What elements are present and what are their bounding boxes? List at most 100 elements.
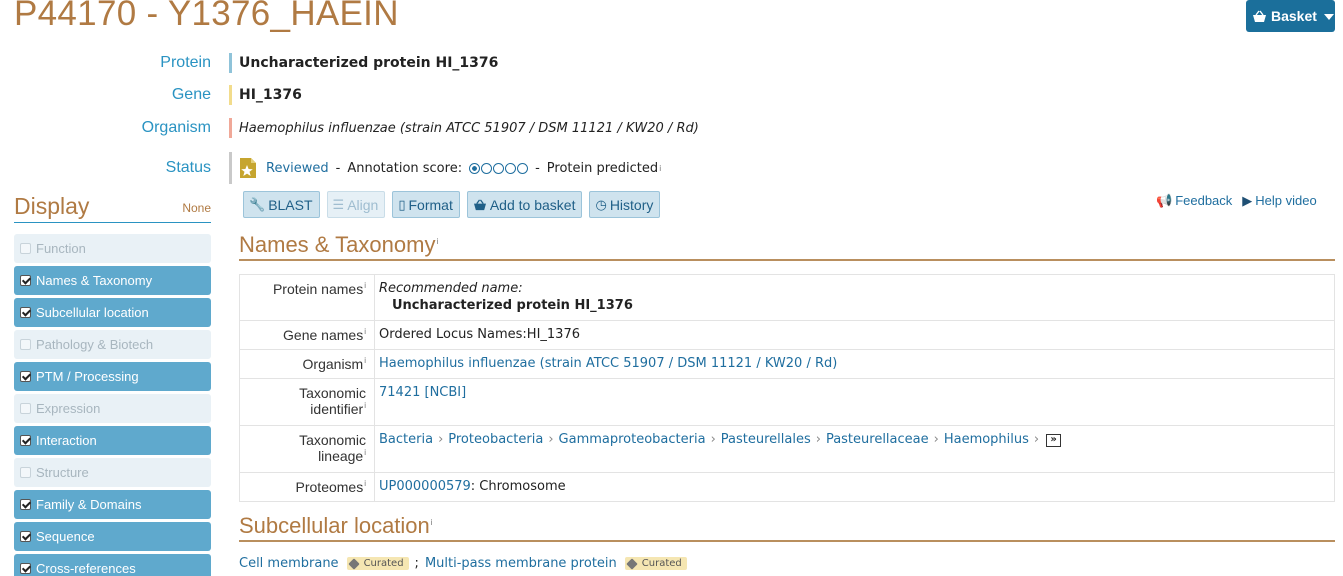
gene-row: Gene HI_1376 — [0, 85, 302, 105]
checkbox[interactable] — [20, 435, 31, 446]
status-separator-2: - — [535, 160, 540, 176]
checkbox[interactable] — [20, 467, 31, 478]
organism-link[interactable]: Haemophilus influenzae (strain ATCC 5190… — [379, 356, 837, 371]
info-icon[interactable]: i — [364, 479, 366, 488]
lineage-link-pasteurellaceae[interactable]: Pasteurellaceae — [826, 432, 929, 447]
row-label: Proteomesi — [239, 472, 375, 502]
video-icon: ▶ — [1242, 193, 1253, 208]
location-separator: ; — [414, 556, 419, 571]
add-to-basket-label: Add to basket — [489, 196, 576, 213]
lineage-link-pasteurellales[interactable]: Pasteurellales — [721, 432, 811, 447]
display-item-ptm-processing[interactable]: PTM / Processing — [14, 362, 211, 391]
cell-membrane-link[interactable]: Cell membrane — [239, 556, 339, 571]
table-row: Organismi Haemophilus influenzae (strain… — [239, 349, 1335, 379]
info-icon[interactable]: i — [364, 281, 366, 290]
table-row: Protein namesi Recommended name: Unchara… — [239, 274, 1335, 321]
display-item-label: Subcellular location — [36, 305, 149, 320]
display-menu: Function Names & Taxonomy Subcellular lo… — [14, 234, 211, 576]
display-item-family-domains[interactable]: Family & Domains — [14, 490, 211, 519]
checkbox[interactable] — [20, 339, 31, 350]
info-icon[interactable]: i — [364, 401, 366, 410]
lineage-link-proteobacteria[interactable]: Proteobacteria — [448, 432, 543, 447]
organism-color-bar — [229, 118, 232, 138]
display-item-function[interactable]: Function — [14, 234, 211, 263]
format-label: Format — [408, 196, 453, 213]
info-icon[interactable]: i — [364, 448, 366, 457]
expand-lineage-icon[interactable]: » — [1046, 434, 1062, 447]
checkbox[interactable] — [20, 275, 31, 286]
ncbi-link[interactable]: [NCBI] — [425, 385, 467, 400]
display-item-label: Interaction — [36, 433, 97, 448]
info-icon[interactable]: i — [431, 518, 433, 527]
help-video-link[interactable]: ▶ Help video — [1242, 193, 1316, 209]
display-title: Display — [14, 193, 90, 219]
display-item-label: Expression — [36, 401, 101, 416]
display-item-subcellular-location[interactable]: Subcellular location — [14, 298, 211, 327]
display-item-expression[interactable]: Expression — [14, 394, 211, 423]
display-item-label: Cross-references — [36, 561, 136, 576]
taxid-link[interactable]: 71421 — [379, 385, 420, 400]
lineage-link-bacteria[interactable]: Bacteria — [379, 432, 433, 447]
wrench-icon: 🔧 — [249, 196, 266, 212]
align-label: Align — [347, 196, 379, 213]
annotation-score-dots[interactable] — [469, 162, 529, 174]
feedback-link[interactable]: 📢 Feedback — [1156, 193, 1232, 209]
names-taxonomy-title: Names & Taxonomy — [239, 232, 436, 257]
display-item-cross-references[interactable]: Cross-references — [14, 554, 211, 576]
info-icon[interactable]: i — [364, 327, 366, 336]
checkbox[interactable] — [20, 563, 31, 574]
checkbox[interactable] — [20, 307, 31, 318]
display-none-link[interactable]: None — [182, 201, 211, 215]
checkbox[interactable] — [20, 531, 31, 542]
checkbox[interactable] — [20, 371, 31, 382]
protein-row: Protein Uncharacterized protein HI_1376 — [0, 53, 498, 73]
proteome-link[interactable]: UP000000579 — [379, 479, 471, 494]
display-item-names-taxonomy[interactable]: Names & Taxonomy — [14, 266, 211, 295]
protein-color-bar — [229, 53, 232, 73]
table-row: Taxonomic identifieri 71421 [NCBI] — [239, 378, 1335, 426]
organism-label: Organism — [141, 119, 211, 136]
align-button[interactable]: ☰ Align — [326, 191, 386, 218]
row-label: Protein namesi — [239, 274, 375, 321]
multipass-membrane-link[interactable]: Multi-pass membrane protein — [425, 556, 617, 571]
basket-button[interactable]: Basket — [1246, 0, 1335, 32]
evidence-level: Protein predicted — [546, 160, 659, 176]
feedback-label: Feedback — [1175, 193, 1233, 208]
score-dot-1 — [469, 162, 481, 174]
tag-icon — [347, 557, 360, 570]
checkbox[interactable] — [20, 403, 31, 414]
entry-toolbar: 🔧 BLAST ☰ Align ▯ Format Add to basket ◷ His… — [243, 191, 661, 218]
display-item-pathology-biotech[interactable]: Pathology & Biotech — [14, 330, 211, 359]
reviewed-link[interactable]: Reviewed — [266, 161, 329, 176]
help-video-label: Help video — [1255, 193, 1317, 208]
lineage-link-haemophilus[interactable]: Haemophilus — [944, 432, 1029, 447]
display-item-sequence[interactable]: Sequence — [14, 522, 211, 551]
lineage-link-gammaproteobacteria[interactable]: Gammaproteobacteria — [559, 432, 706, 447]
gene-value: HI_1376 — [239, 87, 302, 103]
gene-names-value: Ordered Locus Names:HI_1376 — [374, 320, 1335, 350]
status-value: Reviewed - Annotation score: - Protein p… — [239, 157, 661, 179]
display-item-interaction[interactable]: Interaction — [14, 426, 211, 455]
display-item-structure[interactable]: Structure — [14, 458, 211, 487]
blast-button[interactable]: 🔧 BLAST — [243, 191, 320, 218]
info-icon[interactable]: i — [659, 164, 661, 173]
row-label: Organismi — [239, 349, 375, 379]
table-row: Taxonomic lineagei Bacteria › Proteobacteri… — [239, 425, 1335, 473]
status-separator-1: - — [335, 160, 341, 176]
recommended-name: Uncharacterized protein HI_1376 — [392, 298, 633, 313]
info-icon[interactable]: i — [364, 356, 366, 365]
curated-badge[interactable]: Curated — [346, 557, 409, 570]
info-icon[interactable]: i — [436, 237, 438, 246]
row-value: Recommended name: Uncharacterized protei… — [374, 274, 1335, 321]
blast-label: BLAST — [268, 196, 313, 213]
reviewed-document-icon — [240, 158, 256, 178]
format-button[interactable]: ▯ Format — [392, 191, 460, 218]
document-icon: ▯ — [398, 196, 406, 212]
history-button[interactable]: ◷ History — [589, 191, 661, 218]
recommended-name-label: Recommended name: — [379, 281, 523, 296]
checkbox[interactable] — [20, 243, 31, 254]
checkbox[interactable] — [20, 499, 31, 510]
curated-badge[interactable]: Curated — [624, 557, 687, 570]
row-label: Taxonomic lineagei — [239, 425, 375, 473]
add-to-basket-button[interactable]: Add to basket — [466, 191, 583, 218]
